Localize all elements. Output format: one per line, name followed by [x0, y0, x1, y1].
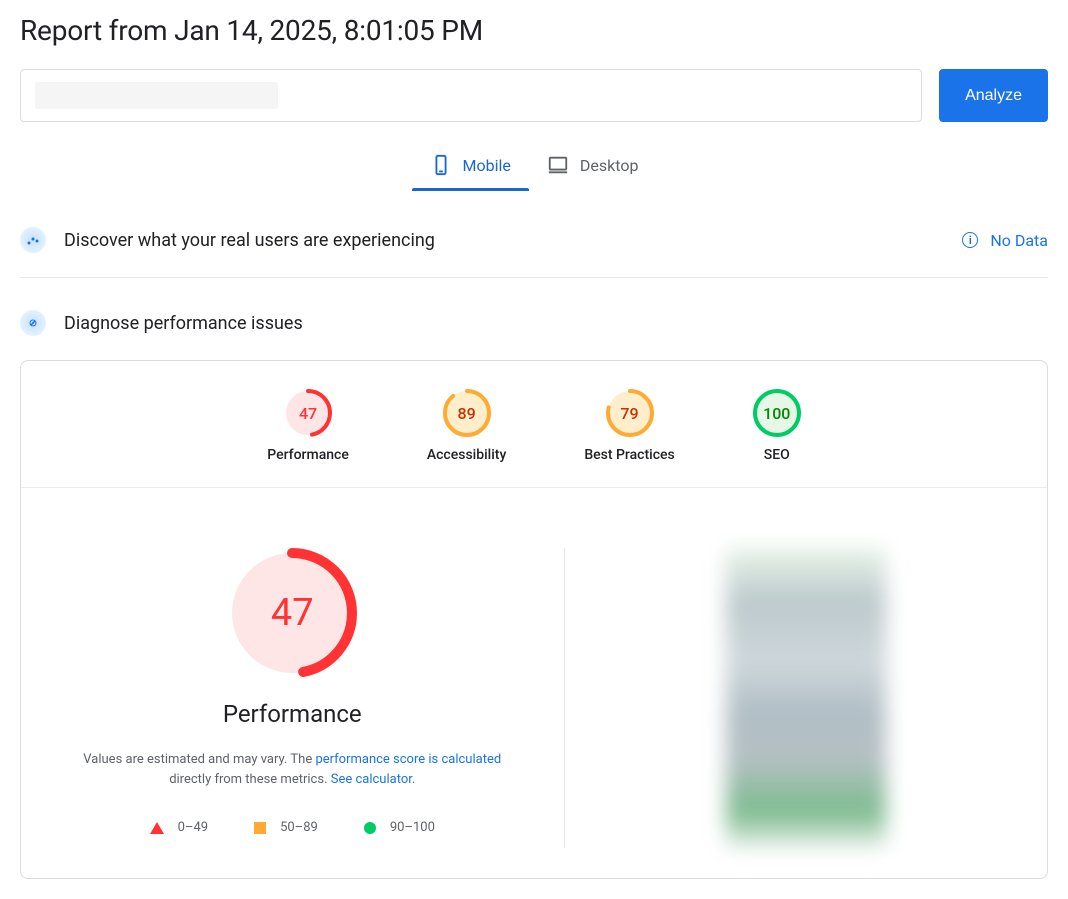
gauge-accessibility-label: Accessibility — [427, 447, 506, 463]
gauge-seo[interactable]: 100 SEO — [753, 389, 801, 463]
tab-mobile[interactable]: Mobile — [412, 146, 529, 190]
legend-pass: 90–100 — [364, 820, 435, 835]
discover-title: Discover what your real users are experi… — [64, 230, 944, 251]
mobile-icon — [430, 154, 452, 176]
gauge-seo-label: SEO — [764, 447, 790, 463]
triangle-icon — [150, 822, 164, 834]
discover-icon — [20, 227, 46, 253]
discover-section-header: Discover what your real users are experi… — [20, 221, 1048, 278]
page-screenshot-preview — [726, 548, 886, 848]
score-calc-link[interactable]: performance score is calculated — [315, 752, 501, 767]
diagnose-section-header: Diagnose performance issues — [20, 304, 1048, 360]
diagnose-card: 47 Performance 89 Accessibility — [20, 360, 1048, 879]
url-input[interactable] — [20, 69, 922, 122]
tab-desktop[interactable]: Desktop — [529, 146, 657, 190]
gauge-performance-label: Performance — [267, 447, 349, 463]
legend-fail: 0–49 — [150, 820, 208, 835]
analyze-button[interactable]: Analyze — [939, 69, 1048, 122]
diagnose-icon — [20, 310, 46, 336]
redacted-url — [35, 82, 278, 109]
performance-gauge-large: 47 — [227, 548, 357, 678]
gauge-accessibility-score: 89 — [443, 389, 491, 437]
gauge-performance[interactable]: 47 Performance — [267, 389, 349, 463]
info-icon: i — [962, 232, 978, 248]
analyze-row: Analyze — [20, 69, 1048, 122]
platform-tabs: Mobile Desktop — [20, 146, 1048, 191]
gauge-best-practices-label: Best Practices — [584, 447, 674, 463]
gauge-best-practices-score: 79 — [606, 389, 654, 437]
tab-desktop-label: Desktop — [580, 156, 639, 175]
desktop-icon — [547, 154, 569, 176]
circle-icon — [364, 822, 376, 834]
no-data-indicator[interactable]: i No Data — [962, 231, 1048, 250]
performance-heading: Performance — [223, 700, 362, 728]
gauge-performance-score: 47 — [284, 389, 332, 437]
legend-average: 50–89 — [254, 820, 318, 835]
gauge-best-practices[interactable]: 79 Best Practices — [584, 389, 674, 463]
gauge-seo-score: 100 — [753, 389, 801, 437]
page-title: Report from Jan 14, 2025, 8:01:05 PM — [20, 14, 1048, 47]
calculator-link[interactable]: See calculator — [331, 772, 412, 787]
square-icon — [254, 822, 266, 834]
performance-large-score: 47 — [227, 548, 357, 678]
gauge-row: 47 Performance 89 Accessibility — [21, 361, 1047, 488]
tab-mobile-label: Mobile — [463, 156, 511, 175]
score-legend: 0–49 50–89 90–100 — [150, 820, 435, 835]
gauge-accessibility[interactable]: 89 Accessibility — [427, 389, 506, 463]
no-data-label: No Data — [990, 231, 1048, 250]
performance-detail: 47 Performance Values are estimated and … — [21, 488, 1047, 878]
diagnose-title: Diagnose performance issues — [64, 313, 1048, 334]
performance-description: Values are estimated and may vary. The p… — [72, 750, 512, 790]
